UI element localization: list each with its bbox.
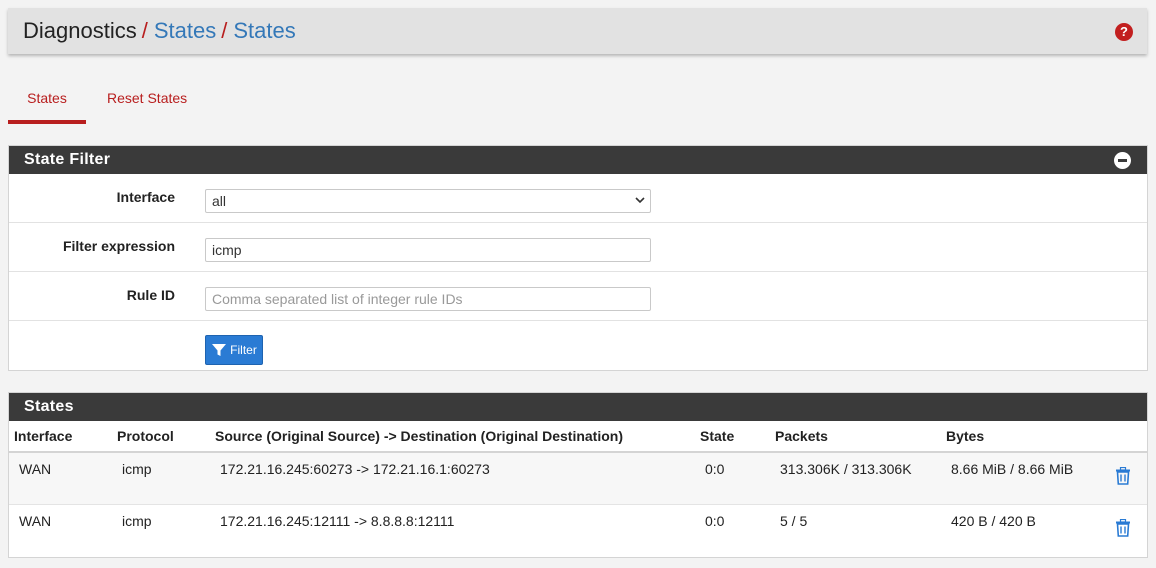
column-header-connection[interactable]: Source (Original Source) -> Destination … <box>210 421 695 453</box>
cell-packets: 5 / 5 <box>780 512 808 529</box>
column-header-interface[interactable]: Interface <box>9 421 112 453</box>
cell-connection: 172.21.16.245:60273 -> 172.21.16.1:60273 <box>220 461 490 477</box>
breadcrumb-states-link[interactable]: States <box>154 18 216 44</box>
rule-id-label: Rule ID <box>126 287 175 303</box>
state-filter-header: State Filter <box>9 146 1147 174</box>
help-icon[interactable]: ? <box>1115 23 1133 41</box>
chevron-down-icon <box>635 197 645 204</box>
column-header-packets[interactable]: Packets <box>770 421 941 453</box>
column-header-state[interactable]: State <box>695 421 770 453</box>
states-panel: States Interface Protocol Source (Origin… <box>8 392 1148 558</box>
cell-state: 0:0 <box>705 461 725 477</box>
states-header: States <box>9 393 1147 421</box>
breadcrumb-separator: / <box>221 18 228 43</box>
cell-interface: WAN <box>19 512 52 529</box>
interface-select[interactable]: all <box>205 189 651 213</box>
cell-connection: 172.21.16.245:12111 -> 8.8.8.8:12111 <box>220 512 455 529</box>
cell-bytes: 8.66 MiB / 8.66 MiB <box>951 461 1074 477</box>
tab-states[interactable]: States <box>8 80 86 124</box>
delete-state-cell <box>1099 504 1147 556</box>
filter-button[interactable]: Filter <box>205 335 263 365</box>
rule-id-row: Rule ID <box>9 272 1147 321</box>
trash-icon[interactable] <box>1115 518 1131 537</box>
interface-row: Interface all <box>9 174 1147 223</box>
cell-state: 0:0 <box>705 512 725 529</box>
cell-packets: 313.306K / 313.306K <box>780 461 912 477</box>
panel-title: State Filter <box>24 151 111 168</box>
breadcrumb-states-current[interactable]: States <box>233 18 295 44</box>
column-header-protocol[interactable]: Protocol <box>112 421 210 453</box>
interface-select-value: all <box>205 189 651 213</box>
table-row: WAN icmp 172.21.16.245:60273 -> 172.21.1… <box>9 452 1147 504</box>
tab-reset-states[interactable]: Reset States <box>107 80 187 124</box>
filter-expression-row: Filter expression <box>9 223 1147 272</box>
cell-bytes: 420 B / 420 B <box>951 512 1036 529</box>
breadcrumb-separator: / <box>141 18 148 43</box>
tab-bar: States Reset States <box>8 80 187 124</box>
interface-label: Interface <box>116 189 175 205</box>
funnel-icon <box>212 344 227 356</box>
minus-circle-icon[interactable] <box>1114 152 1131 169</box>
breadcrumb-root: Diagnostics <box>23 18 137 43</box>
cell-protocol: icmp <box>122 512 152 529</box>
table-row: WAN icmp 172.21.16.245:12111 -> 8.8.8.8:… <box>9 504 1147 556</box>
cell-protocol: icmp <box>122 461 152 477</box>
rule-id-input[interactable] <box>205 287 651 311</box>
delete-state-cell <box>1099 452 1147 504</box>
page-header: Diagnostics / States / States ? <box>8 8 1147 54</box>
table-header-row: Interface Protocol Source (Original Sour… <box>9 421 1147 453</box>
panel-title: States <box>24 398 74 415</box>
state-filter-panel: State Filter Interface all Filter expres… <box>8 145 1148 371</box>
cell-interface: WAN <box>19 461 52 477</box>
column-header-bytes[interactable]: Bytes <box>941 421 1099 453</box>
column-header-actions <box>1099 421 1147 453</box>
trash-icon[interactable] <box>1115 466 1131 485</box>
filter-expression-input[interactable] <box>205 238 651 262</box>
states-table: Interface Protocol Source (Original Sour… <box>9 421 1147 556</box>
filter-button-label: Filter <box>230 343 257 357</box>
filter-button-row: Filter <box>9 321 1147 371</box>
filter-expression-label: Filter expression <box>62 238 175 254</box>
